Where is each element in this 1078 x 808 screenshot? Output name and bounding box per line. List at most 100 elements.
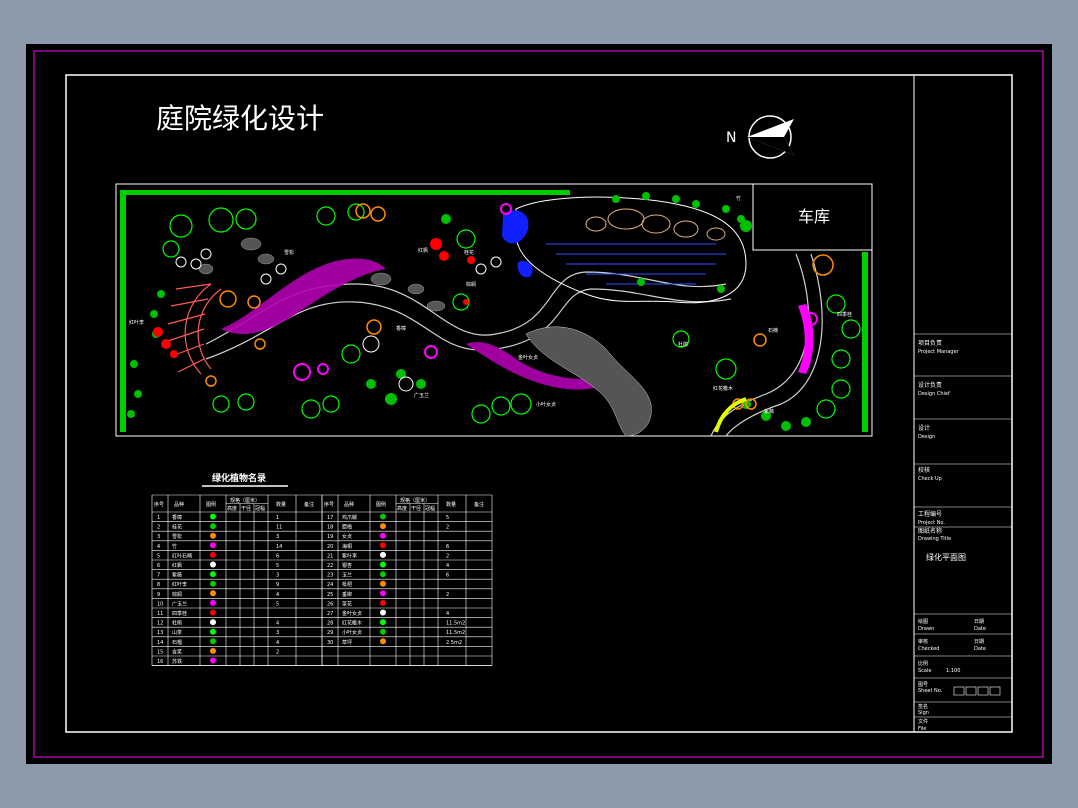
legend-symbol-icon — [210, 590, 216, 597]
legend-cell: 苏铁 — [172, 658, 182, 665]
legend-cell: 紫薇 — [172, 572, 182, 579]
title-block: 项目负责 Project Manager 设计负责 Design Chief 设… — [913, 75, 1012, 732]
plant-label: 竹 — [736, 195, 741, 202]
legend-symbol-icon — [380, 590, 386, 597]
legend-symbol-icon — [380, 542, 386, 549]
legend-cell: 14 — [276, 544, 282, 550]
legend-cell: 3 — [276, 534, 279, 540]
legend-cell: 27 — [327, 611, 333, 617]
legend-cell: 女贞 — [342, 533, 352, 540]
legend-cell: 14 — [157, 640, 163, 646]
legend-symbol-icon — [380, 523, 386, 530]
legend-cell: 16 — [157, 659, 163, 665]
legend-symbol-icon — [210, 513, 216, 520]
legend-cell: 红花檵木 — [342, 620, 362, 627]
tb-label: Sign — [918, 710, 929, 716]
rocks — [585, 208, 726, 241]
plant-label: 石楠 — [768, 327, 778, 334]
fan-pergola — [167, 283, 222, 375]
legend-cell: 紫叶李 — [342, 552, 357, 559]
legend-cell: 25 — [327, 592, 333, 598]
legend-subheader: 冠幅 — [425, 505, 435, 512]
plant-label: 广玉兰 — [414, 392, 429, 399]
tb-label: 图纸名称 — [918, 527, 942, 535]
legend-symbol-icon — [210, 628, 216, 635]
legend-symbol-icon — [210, 571, 216, 578]
legend-header: 规格（厘米） — [400, 497, 430, 504]
legend-cell: 山茶 — [172, 629, 182, 636]
tb-label: 日期 — [974, 639, 984, 645]
legend-cell: 17 — [327, 515, 333, 521]
legend-cell: 雪松 — [172, 533, 182, 540]
tb-label: 校核 — [918, 466, 930, 474]
legend-cell: 4 — [276, 592, 279, 598]
legend-cell: 红枫 — [172, 562, 182, 569]
plant-label: 香樟 — [396, 325, 406, 332]
legend-cell: 含笑 — [172, 648, 182, 655]
legend-header: 品种 — [174, 501, 184, 508]
legend-symbol-icon — [380, 561, 386, 568]
legend-cell: 12 — [157, 621, 163, 627]
legend-cell: 3 — [157, 534, 160, 540]
legend-subheader: 高度 — [227, 505, 237, 512]
plant-label: 紫薇 — [764, 408, 774, 415]
legend-cell: 11.5m2 — [446, 621, 465, 627]
legend-symbol-icon — [380, 599, 386, 606]
plant-legend: 绿化植物名录 序号 品种 图例规格（厘米）高度 干径 冠幅数量 备注1 香樟 12 桂花 113 雪… — [151, 472, 493, 666]
legend-cell: 29 — [327, 630, 333, 636]
legend-header: 序号 — [324, 501, 334, 508]
legend-cell: 3 — [276, 573, 279, 579]
drawing-canvas: 庭院绿化设计 N 车库 红叶李 雪松 桂花 红枫 香樟 广玉兰 小叶女贞 金叶女… — [26, 44, 1052, 764]
legend-cell: 11.5m2 — [446, 630, 465, 636]
legend-cell: 草坪 — [342, 639, 352, 646]
legend-symbol-icon — [210, 523, 216, 530]
plant-label: 红枫 — [418, 247, 428, 254]
north-arrow-icon: N — [726, 115, 794, 159]
legend-cell: 金叶女贞 — [342, 610, 362, 617]
north-label: N — [726, 130, 736, 146]
legend-cell: 2 — [157, 525, 160, 531]
legend-cell: 广玉兰 — [172, 600, 187, 607]
legend-cell: 22 — [327, 563, 333, 569]
legend-cell: 2 — [446, 553, 449, 559]
legend-symbol-icon — [210, 580, 216, 587]
legend-symbol-icon — [380, 571, 386, 578]
legend-symbol-icon — [210, 609, 216, 616]
legend-symbol-icon — [210, 542, 216, 549]
tb-label: Design — [918, 434, 935, 440]
legend-cell: 7 — [157, 573, 160, 579]
legend-cell: 4 — [446, 611, 449, 617]
tb-label: Sheet No. — [918, 688, 943, 694]
garage-label: 车库 — [798, 207, 830, 226]
tb-label: 文件 — [918, 718, 928, 725]
legend-cell: 4 — [157, 544, 160, 550]
tb-label: Project Manager — [918, 349, 960, 355]
legend-cell: 30 — [327, 640, 333, 646]
legend-subheader: 干径 — [241, 505, 251, 512]
legend-cell: 8 — [157, 582, 160, 588]
legend-header: 备注 — [474, 501, 484, 508]
legend-cell: 枇杷 — [342, 581, 352, 588]
legend-cell: 5 — [446, 515, 449, 521]
legend-header: 规格（厘米） — [230, 497, 260, 504]
plant-label: 金叶女贞 — [518, 354, 538, 361]
legend-header: 图例 — [376, 501, 386, 508]
plant-label: 红叶李 — [129, 319, 144, 326]
legend-header: 序号 — [154, 501, 164, 508]
legend-header: 备注 — [304, 501, 314, 508]
legend-header: 数量 — [276, 501, 286, 508]
legend-title: 绿化植物名录 — [212, 472, 266, 484]
legend-cell: 四季桂 — [172, 610, 187, 617]
tb-label: 日期 — [974, 619, 984, 625]
legend-cell: 棕榈 — [172, 591, 182, 598]
legend-cell: 5 — [157, 553, 160, 559]
tb-label: Date — [974, 646, 986, 652]
legend-cell: 2 — [446, 525, 449, 531]
legend-cell: 6 — [446, 544, 449, 550]
plant-label: 杜鹃 — [678, 341, 688, 348]
legend-cell: 6 — [157, 563, 160, 569]
legend-cell: 5 — [276, 563, 279, 569]
legend-cell: 11 — [276, 525, 282, 531]
tb-label: 签名 — [918, 703, 928, 710]
legend-subheader: 干径 — [411, 505, 421, 512]
